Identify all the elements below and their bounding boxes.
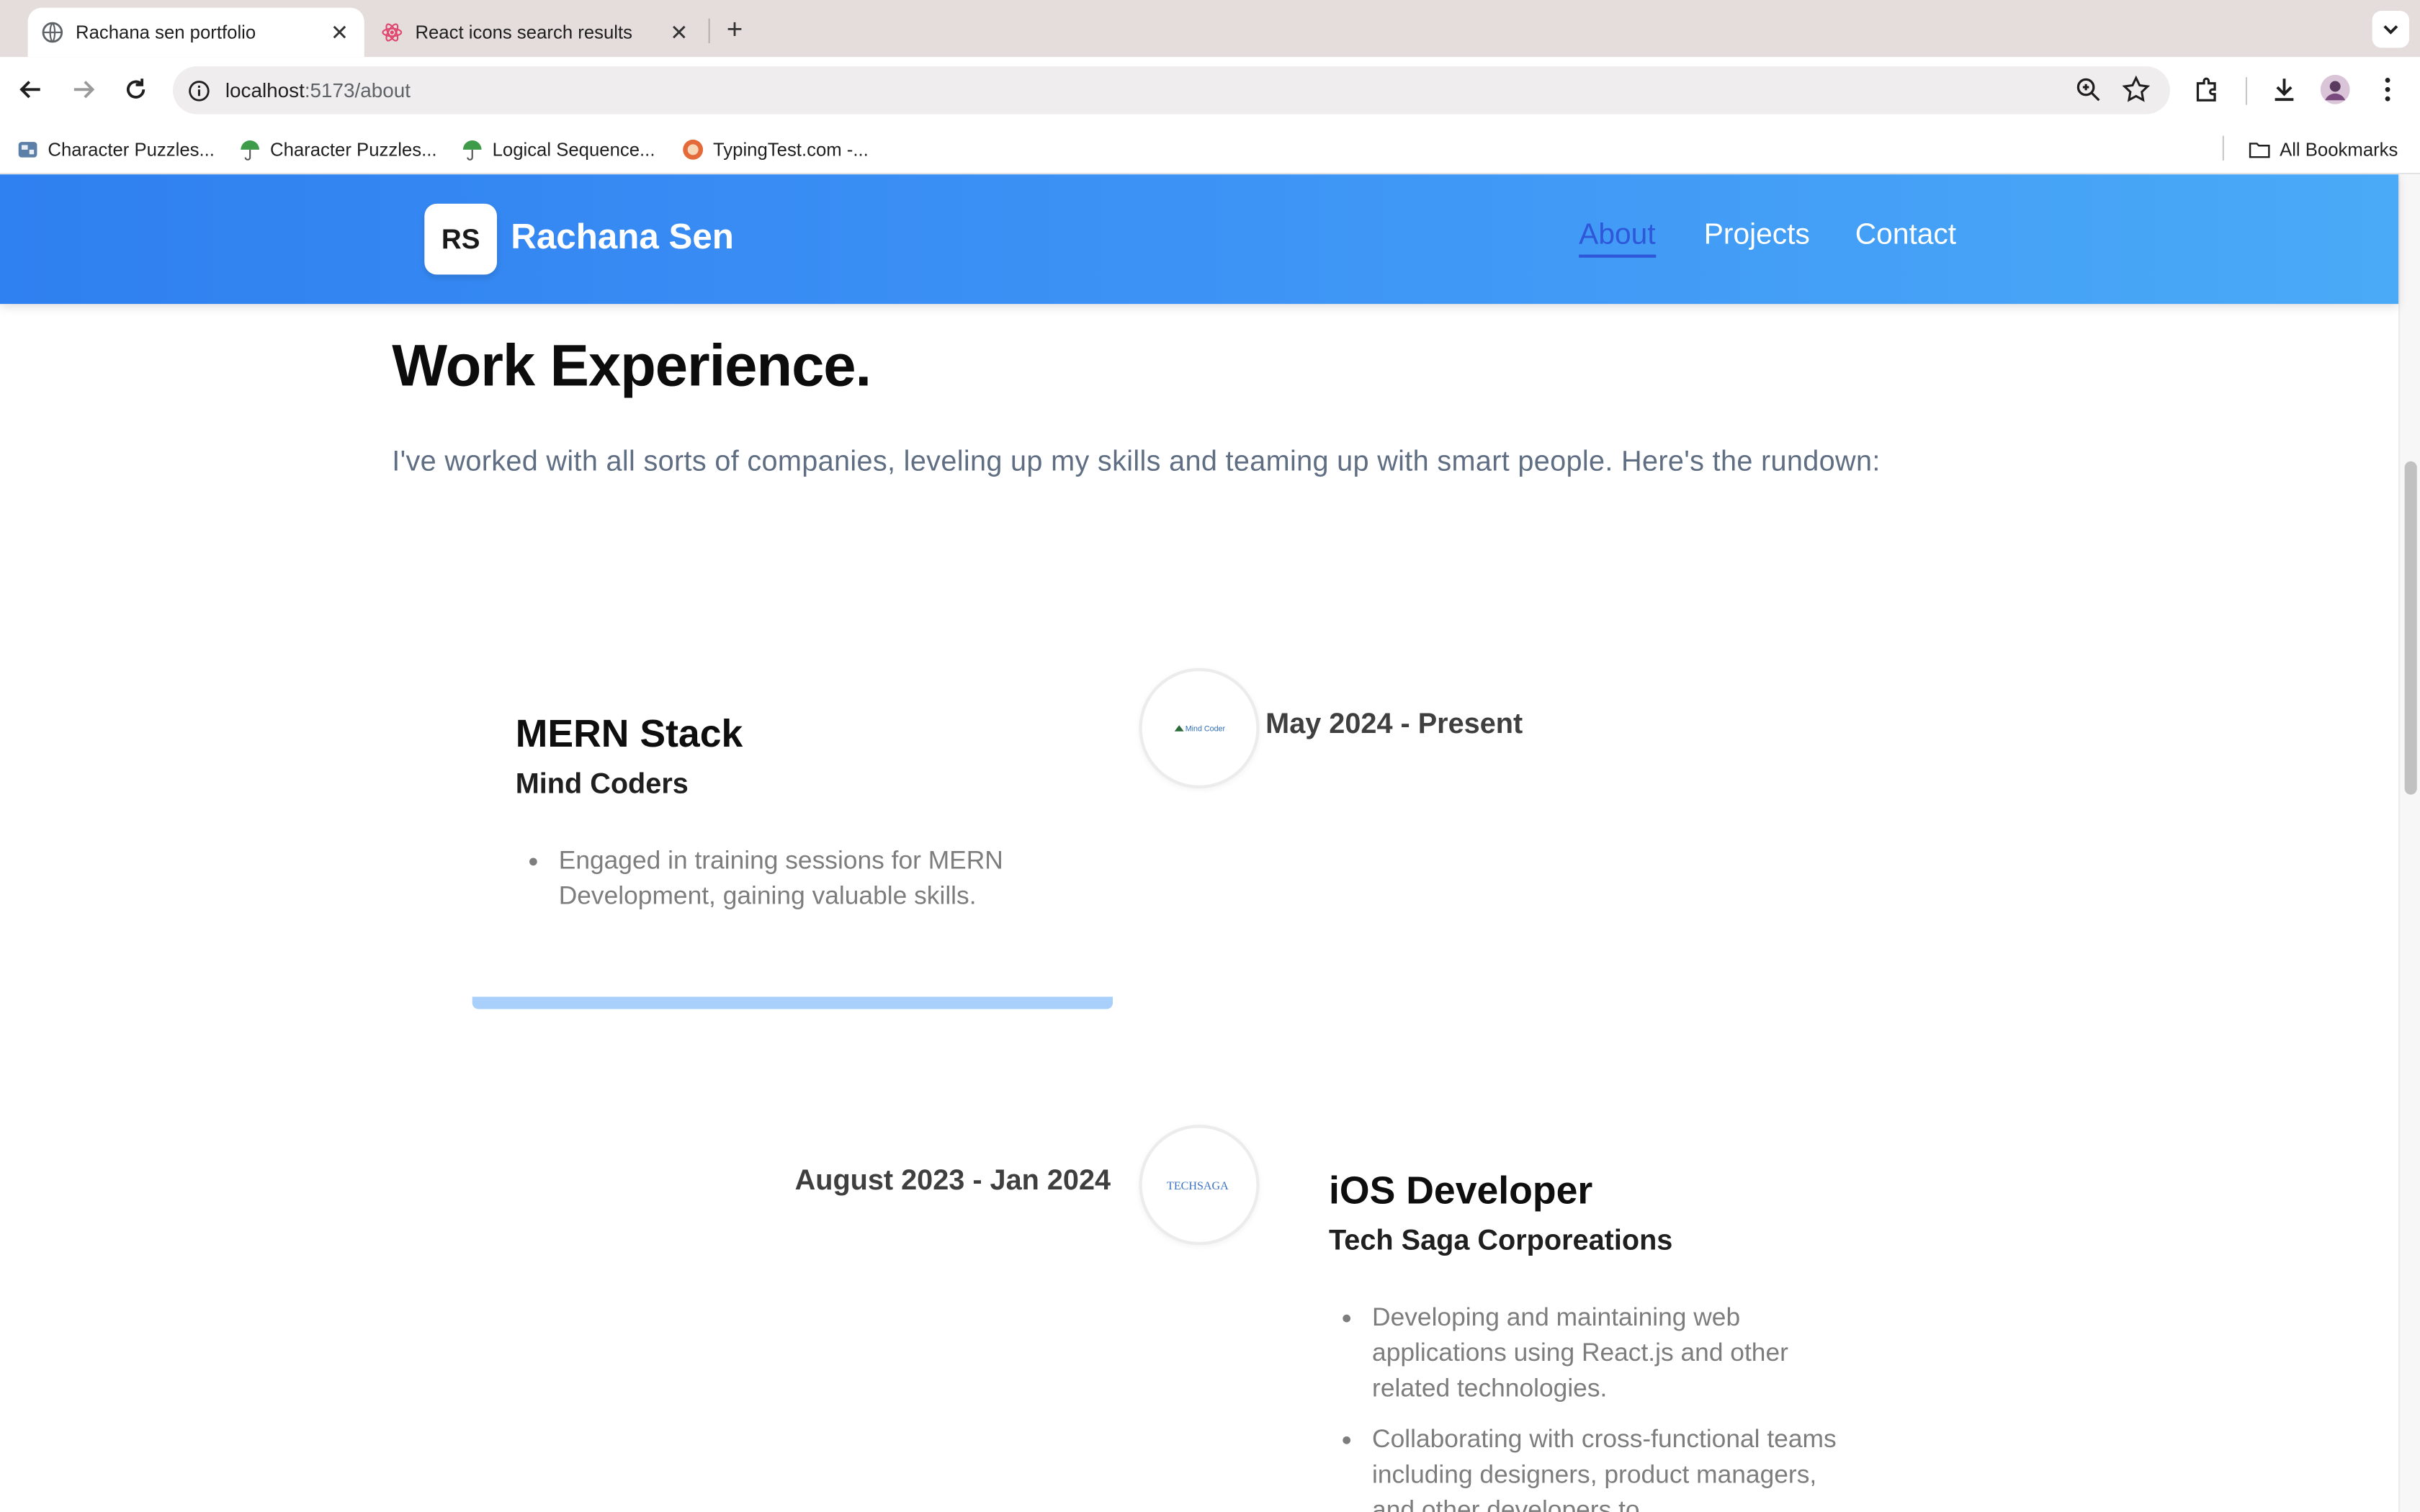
svg-text:TECHSAGA: TECHSAGA	[1167, 1180, 1229, 1192]
download-icon[interactable]	[2269, 74, 2300, 105]
globe-icon	[42, 22, 63, 43]
section-intro: I've worked with all sorts of companies,…	[392, 444, 1881, 477]
tab-portfolio[interactable]: Rachana sen portfolio ✕	[27, 7, 364, 58]
tab-title: React icons search results	[415, 22, 633, 44]
bookmarks-divider	[2222, 135, 2224, 161]
logo-initials[interactable]: RS	[424, 203, 498, 275]
experience-date: August 2023 - Jan 2024	[794, 1163, 1111, 1196]
page-viewport: RS Rachana Sen About Projects Contact Wo…	[0, 174, 2420, 1512]
bookmark-item[interactable]: TypingTest.com -...	[682, 136, 869, 164]
umbrella-icon	[462, 139, 483, 161]
bookmark-item[interactable]: Logical Sequence...	[462, 136, 655, 164]
nav-link-about[interactable]: About	[1579, 219, 1656, 258]
experience-point: Collaborating with cross-functional team…	[1329, 1423, 1854, 1512]
folder-icon	[2249, 139, 2270, 161]
profile-avatar[interactable]	[2320, 74, 2351, 105]
nav-link-contact[interactable]: Contact	[1855, 219, 1956, 253]
bookmark-item[interactable]: Character Puzzles...	[17, 136, 215, 164]
experience-point: Engaged in training sessions for MERN De…	[516, 844, 1087, 915]
react-icon	[381, 22, 403, 43]
bookmark-label: TypingTest.com -...	[713, 138, 869, 161]
new-tab-plus-icon[interactable]: +	[720, 14, 750, 45]
logo-name[interactable]: Rachana Sen	[511, 216, 734, 258]
tab-title: Rachana sen portfolio	[76, 22, 256, 44]
experience-points: Developing and maintaining web applicati…	[1329, 1300, 1854, 1512]
experience-date: May 2024 - Present	[1265, 706, 1523, 739]
page-scrollbar[interactable]	[2398, 174, 2420, 1512]
more-menu-icon[interactable]	[2372, 74, 2403, 105]
forward-arrow-icon[interactable]	[68, 74, 99, 105]
umbrella-icon	[239, 139, 261, 161]
toolbar-divider	[2245, 77, 2248, 105]
bookmark-label: Character Puzzles...	[48, 138, 215, 161]
close-icon[interactable]: ✕	[667, 20, 691, 45]
close-icon[interactable]: ✕	[327, 20, 351, 45]
experience-title: MERN Stack	[515, 713, 743, 757]
bookmark-item[interactable]: Character Puzzles...	[239, 136, 437, 164]
card-accent-bar	[472, 996, 1113, 1009]
mind-coders-logo-icon: Mind Coders	[1139, 667, 1260, 789]
puzzle-site-icon	[17, 139, 39, 161]
scrollbar-thumb[interactable]	[2404, 461, 2417, 795]
url-text: localhost:5173/about	[225, 78, 411, 102]
experience-company: Tech Saga Corporeations	[1329, 1223, 1673, 1256]
bookmark-label: Logical Sequence...	[492, 138, 655, 161]
experience-title: iOS Developer	[1329, 1169, 1593, 1213]
url-host: localhost	[225, 78, 305, 102]
typingtest-icon	[682, 139, 704, 161]
tab-react-icons[interactable]: React icons search results ✕	[367, 8, 704, 58]
bookmark-star-icon[interactable]	[2120, 74, 2151, 105]
tech-saga-logo-icon: TECHSAGA	[1139, 1125, 1260, 1246]
reload-icon[interactable]	[120, 74, 151, 105]
extensions-puzzle-icon[interactable]	[2192, 74, 2223, 105]
experience-points: Engaged in training sessions for MERN De…	[516, 844, 1087, 930]
browser-toolbar: localhost:5173/about	[0, 57, 2420, 124]
section-heading: Work Experience.	[392, 335, 871, 400]
address-bar[interactable]: localhost:5173/about	[173, 66, 2170, 114]
all-bookmarks-label: All Bookmarks	[2280, 138, 2398, 161]
all-bookmarks-button[interactable]: All Bookmarks	[2249, 136, 2398, 164]
nav-link-projects[interactable]: Projects	[1704, 219, 1810, 253]
bookmark-label: Character Puzzles...	[270, 138, 437, 161]
site-navbar: RS Rachana Sen About Projects Contact	[0, 174, 2399, 305]
experience-company: Mind Coders	[515, 767, 689, 800]
tab-search-chevron-down-icon[interactable]	[2372, 11, 2410, 48]
zoom-icon[interactable]	[2074, 76, 2102, 104]
tab-separator	[708, 18, 710, 44]
back-arrow-icon[interactable]	[15, 74, 46, 105]
experience-point: Developing and maintaining web applicati…	[1329, 1300, 1854, 1407]
url-path: :5173/about	[304, 78, 411, 102]
bookmarks-bar: Character Puzzles... Character Puzzles..…	[0, 123, 2420, 175]
svg-text:Mind Coders: Mind Coders	[1186, 725, 1226, 734]
tab-strip: Rachana sen portfolio ✕ React icons sear…	[0, 0, 2420, 58]
site-info-icon[interactable]	[185, 77, 211, 103]
